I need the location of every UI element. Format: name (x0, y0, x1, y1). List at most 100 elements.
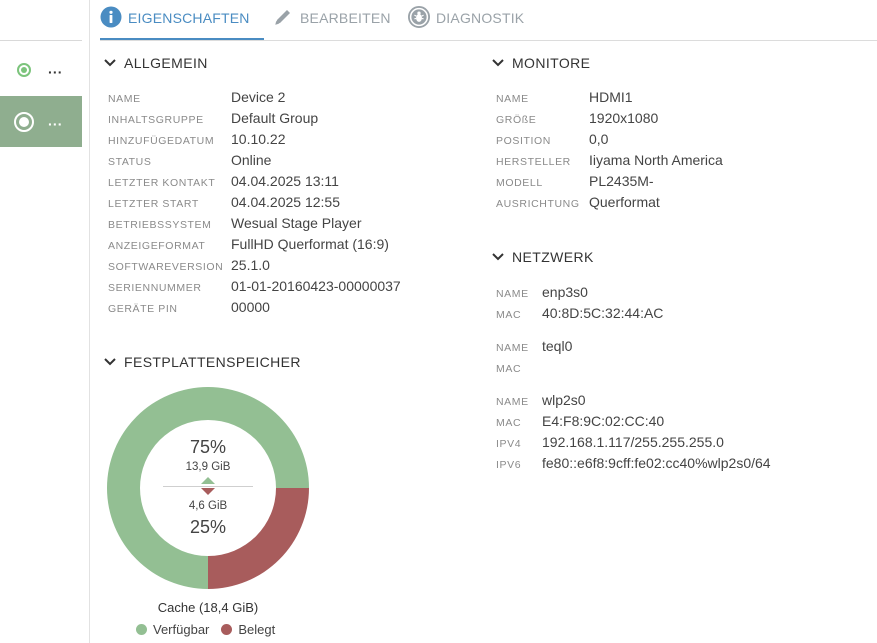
property-label: NAME (496, 93, 529, 105)
legend-label: Belegt (238, 622, 276, 637)
property-label: NAME (496, 288, 529, 300)
used-percent-label: 25% (189, 517, 227, 537)
network-interface-2: NAME teql0 MAC (496, 338, 866, 380)
legend-swatch (136, 624, 147, 635)
property-row: BETRIEBSSYSTEM Wesual Stage Player (108, 215, 478, 236)
property-label: NAME (108, 93, 141, 105)
property-value: HDMI1 (589, 89, 633, 105)
legend-item-free[interactable]: Verfügbar (136, 622, 209, 637)
section-title: MONITORE (512, 55, 591, 71)
property-label: NAME (496, 396, 529, 408)
chart-legend: Verfügbar Belegt (136, 622, 287, 637)
tab-diagnostik[interactable]: DIAGNOSTIK (408, 6, 525, 41)
property-row: NAME Device 2 (108, 89, 478, 110)
property-value: 01-01-20160423-00000037 (231, 278, 401, 294)
property-label: GRÖßE (496, 114, 537, 126)
property-row: LETZTER START 04.04.2025 12:55 (108, 194, 478, 215)
property-label: GERÄTE PIN (108, 303, 178, 315)
triangle-down-icon (201, 488, 215, 495)
property-label: ANZEIGEFORMAT (108, 240, 206, 252)
property-row: MAC (496, 359, 866, 380)
property-label: INHALTSGRUPPE (108, 114, 204, 126)
property-row: LETZTER KONTAKT 04.04.2025 13:11 (108, 173, 478, 194)
section-monitore-toggle[interactable]: MONITORE (492, 55, 590, 71)
property-row: POSITION 0,0 (496, 131, 866, 152)
property-value: fe80::e6f8:9cff:fe02:cc40%wlp2s0/64 (542, 455, 771, 471)
property-label: IPV6 (496, 459, 522, 471)
property-row: GERÄTE PIN 00000 (108, 299, 478, 320)
legend-item-used[interactable]: Belegt (221, 622, 275, 637)
property-value: 25.1.0 (231, 257, 270, 273)
donut-divider (163, 486, 253, 487)
tab-bar: EIGENSCHAFTEN BEARBEITEN DIAGNOSTIK (100, 0, 877, 41)
tab-label: DIAGNOSTIK (436, 10, 525, 26)
section-allgemein-toggle[interactable]: ALLGEMEIN (104, 55, 208, 71)
property-value: Default Group (231, 110, 319, 126)
property-value: 1920x1080 (589, 110, 659, 126)
property-row: INHALTSGRUPPE Default Group (108, 110, 478, 131)
property-label: STATUS (108, 156, 152, 168)
property-label: SERIENNUMMER (108, 282, 202, 294)
info-icon (100, 6, 122, 28)
free-size-label: 13,9 GiB (185, 461, 231, 473)
property-label: BETRIEBSSYSTEM (108, 219, 212, 231)
property-label: LETZTER START (108, 198, 199, 210)
network-interface-1: NAME enp3s0 MAC 40:8D:5C:32:44:AC (496, 284, 866, 326)
device-menu-button[interactable]: ... (48, 61, 63, 77)
legend-label: Verfügbar (153, 622, 210, 637)
tab-bearbeiten[interactable]: BEARBEITEN (272, 8, 391, 41)
property-row: HINZUFÜGEDATUM 10.10.22 (108, 131, 478, 152)
property-label: POSITION (496, 135, 551, 147)
property-row: ANZEIGEFORMAT FullHD Querformat (16:9) (108, 236, 478, 257)
network-interface-3: NAME wlp2s0 MAC E4:F8:9C:02:CC:40 IPV4 192.… (496, 392, 866, 476)
property-value: PL2435M- (589, 173, 654, 189)
property-row: GRÖßE 1920x1080 (496, 110, 866, 131)
section-festplattenspeicher-toggle[interactable]: FESTPLATTENSPEICHER (104, 354, 301, 370)
property-value: Device 2 (231, 89, 286, 105)
property-value: 192.168.1.117/255.255.255.0 (542, 434, 724, 450)
property-row: AUSRICHTUNG Querformat (496, 194, 866, 215)
property-row: HERSTELLER Iiyama North America (496, 152, 866, 173)
property-label: MAC (496, 309, 522, 321)
chevron-down-icon (104, 59, 116, 67)
tab-label: EIGENSCHAFTEN (128, 10, 250, 26)
free-percent-label: 75% (189, 437, 227, 457)
property-label: AUSRICHTUNG (496, 198, 580, 210)
property-value: teql0 (542, 338, 573, 354)
tab-eigenschaften[interactable]: EIGENSCHAFTEN (100, 6, 264, 40)
property-row: MODELL PL2435M- (496, 173, 866, 194)
device-list-item[interactable]: ... (0, 45, 82, 95)
property-value: 04.04.2025 12:55 (231, 194, 340, 210)
property-row: SERIENNUMMER 01-01-20160423-00000037 (108, 278, 478, 299)
used-size-label: 4,6 GiB (188, 500, 228, 512)
monitor-properties-list: NAME HDMI1 GRÖßE 1920x1080 POSITION 0,0 HER… (496, 89, 866, 215)
property-value: E4:F8:9C:02:CC:40 (542, 413, 665, 429)
property-value: 04.04.2025 13:11 (231, 173, 339, 189)
property-value: FullHD Querformat (16:9) (231, 236, 389, 252)
property-value: Querformat (589, 194, 660, 210)
section-title: ALLGEMEIN (124, 55, 208, 71)
device-menu-button[interactable]: ... (48, 112, 63, 128)
triangle-up-icon (201, 477, 215, 484)
property-label: SOFTWAREVERSION (108, 261, 224, 273)
property-value: Online (231, 152, 272, 168)
property-label: LETZTER KONTAKT (108, 177, 216, 189)
section-netzwerk-toggle[interactable]: NETZWERK (492, 249, 594, 265)
property-label: MAC (496, 417, 522, 429)
chevron-down-icon (492, 253, 504, 261)
storage-donut-chart: 75% 13,9 GiB 4,6 GiB 25% (107, 387, 309, 589)
property-value: 40:8D:5C:32:44:AC (542, 305, 664, 321)
property-row: IPV4 192.168.1.117/255.255.255.0 (496, 434, 866, 455)
property-row: NAME enp3s0 (496, 284, 866, 305)
donut-center-labels: 75% 13,9 GiB 4,6 GiB 25% (107, 387, 309, 589)
property-row: NAME wlp2s0 (496, 392, 866, 413)
property-row: MAC 40:8D:5C:32:44:AC (496, 305, 866, 326)
section-title: NETZWERK (512, 249, 594, 265)
chevron-down-icon (104, 358, 116, 366)
section-title: FESTPLATTENSPEICHER (124, 354, 301, 370)
tab-label: BEARBEITEN (300, 10, 391, 26)
device-list-item-selected[interactable]: ... (0, 96, 82, 147)
property-value: 0,0 (589, 131, 609, 147)
general-properties-list: NAME Device 2 INHALTSGRUPPE Default Group … (108, 89, 478, 320)
property-value: Wesual Stage Player (231, 215, 362, 231)
